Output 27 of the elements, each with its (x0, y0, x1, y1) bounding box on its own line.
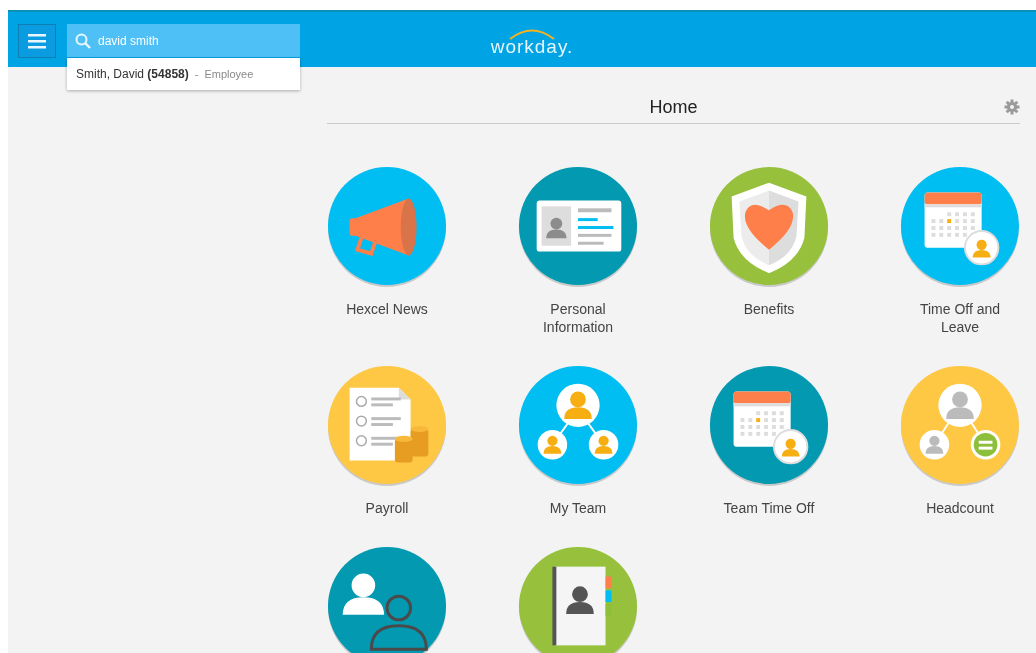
page-title: Home (649, 95, 698, 119)
search-result-item[interactable]: Smith, David (54858) - Employee (67, 58, 300, 90)
app-tile[interactable]: Hexcel News (312, 166, 462, 336)
app-tile[interactable]: Headcount (885, 365, 1035, 517)
app-label: Payroll (364, 499, 410, 517)
app-tile[interactable]: Benefits (694, 166, 844, 336)
search-icon (75, 32, 91, 49)
menu-icon (28, 33, 46, 49)
app-tile[interactable]: Team Time Off (694, 365, 844, 517)
app-label: Benefits (742, 300, 796, 318)
menu-button[interactable] (18, 24, 56, 58)
app-label: Time Off and Leave (918, 300, 1002, 336)
separator-dash: - (194, 66, 199, 82)
app-label: Team Time Off (722, 499, 816, 517)
search-input: david smith (98, 31, 288, 50)
app-tile[interactable]: Personal Information (503, 166, 653, 336)
app-tile[interactable]: Time Off and Leave (885, 166, 1035, 336)
result-name: Smith, David (54858) (76, 66, 189, 83)
app-label: Headcount (925, 499, 995, 517)
app-tile[interactable]: Payroll (312, 365, 462, 517)
app-label: My Team (548, 499, 608, 517)
logo-text: workday. (490, 36, 574, 56)
app-tile[interactable]: My Team (503, 365, 653, 517)
logo-arc-icon (507, 27, 557, 40)
result-type: Employee (204, 66, 254, 82)
app-label: Hexcel News (345, 300, 429, 318)
app-label: Personal Information (541, 300, 614, 336)
